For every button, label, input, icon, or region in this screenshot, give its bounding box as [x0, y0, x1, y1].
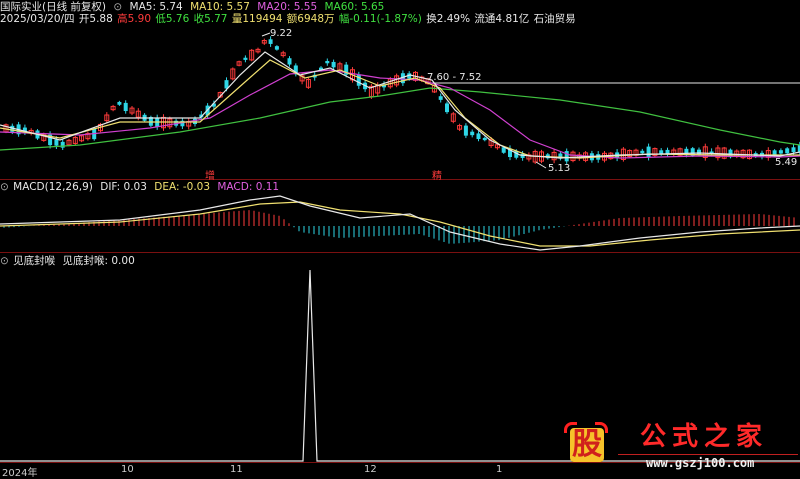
indicator-header: ⊙ 见底封喉 见底封喉: 0.00: [0, 255, 139, 268]
candle-body-down: [482, 137, 487, 141]
macd-settings-icon[interactable]: ⊙: [0, 181, 9, 193]
candle-body-down: [54, 139, 59, 146]
marker-zeng: 增: [205, 171, 215, 182]
high-pointer: [261, 32, 271, 37]
watermark: 股 公式之家 www.gszj100.com: [556, 418, 800, 474]
candle-body-down: [438, 96, 443, 100]
macd-dif-line: [0, 195, 800, 251]
candle-body-down: [659, 150, 664, 154]
macd-header: ⊙ MACD(12,26,9) DIF: 0.03 DEA: -0.03 MAC…: [0, 181, 283, 194]
candle-body-down: [470, 131, 475, 136]
indicator-value: 见底封喉: 0.00: [62, 255, 135, 267]
candle-body-down: [646, 146, 651, 158]
xaxis-label-10: 10: [121, 464, 134, 475]
xaxis-label-11: 11: [230, 464, 243, 475]
xaxis-label-2024: 2024年: [2, 468, 38, 479]
candle-body-down: [778, 150, 783, 154]
low-price-label: 5.13: [548, 163, 571, 174]
xaxis-label-12: 12: [364, 464, 377, 475]
watermark-logo: 股: [562, 420, 610, 466]
high-price-label: 9.22: [270, 28, 293, 39]
macd-value: MACD: 0.11: [217, 181, 280, 193]
ma60-line: [0, 87, 800, 151]
candle-body-down: [640, 150, 645, 154]
candle-body-down: [117, 101, 122, 105]
candle-body-down: [60, 141, 65, 148]
candle-body-down: [697, 149, 701, 155]
macd-panel-separator[interactable]: [0, 252, 800, 253]
mid-price-label: 7.60 - 7.52: [427, 72, 482, 83]
watermark-url[interactable]: www.gszj100.com: [646, 456, 754, 470]
macd-dea-line: [0, 201, 800, 247]
watermark-site-name: 公式之家: [640, 422, 769, 452]
candle-body-down: [331, 61, 336, 68]
candle-body-down: [123, 102, 128, 112]
indicator-settings-icon[interactable]: ⊙: [0, 255, 9, 267]
ma5-line: [0, 51, 800, 159]
candle-body-down: [476, 133, 481, 140]
last-price-label: 5.49: [775, 157, 798, 168]
xaxis-label-1: 1: [496, 464, 503, 475]
kline-chart[interactable]: [0, 0, 800, 476]
candle-body-down: [287, 58, 292, 65]
candle-body-down: [785, 148, 790, 154]
candle-body-down: [274, 46, 279, 50]
ma10-line: [0, 59, 800, 159]
candle-body-down: [463, 125, 468, 136]
candle-body-down: [791, 147, 796, 153]
candle-body-down: [268, 39, 273, 44]
candle-body-down: [445, 103, 449, 113]
candle-body-down: [325, 60, 330, 64]
price-panel-separator[interactable]: [0, 179, 800, 180]
watermark-divider: [618, 454, 798, 455]
indicator-name[interactable]: 见底封喉: [13, 255, 55, 267]
watermark-logo-char: 股: [570, 427, 604, 462]
macd-dif: DIF: 0.03: [100, 181, 147, 193]
macd-name[interactable]: MACD(12,26,9): [13, 181, 93, 193]
macd-dea: DEA: -0.03: [154, 181, 211, 193]
marker-jian: 精: [432, 171, 442, 182]
candle-body-down: [243, 57, 248, 60]
